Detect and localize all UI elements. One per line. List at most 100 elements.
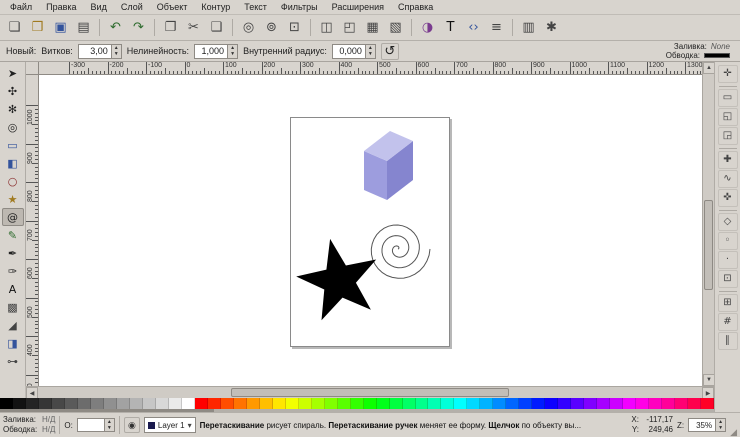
vertical-scroll-thumb[interactable] <box>704 200 713 290</box>
reset-defaults-button[interactable]: ↺ <box>380 42 399 60</box>
fill-stroke-dialog-button[interactable]: ◑ <box>416 17 439 39</box>
palette-swatch[interactable] <box>272 398 286 409</box>
spin-down-icon[interactable]: ▼ <box>112 51 121 58</box>
opacity-spin-buttons[interactable]: ▲ ▼ <box>103 419 114 431</box>
palette-swatch[interactable] <box>25 398 39 409</box>
zoom-value[interactable]: 35% <box>689 419 716 431</box>
menu-item[interactable]: Объект <box>150 1 195 13</box>
zoom-drawing-button[interactable]: ⊚ <box>260 17 283 39</box>
divergence-spinbox[interactable]: 1,000 ▲ ▼ <box>194 43 239 59</box>
spiral-object[interactable] <box>370 224 431 279</box>
text-tool-button[interactable]: А <box>2 280 24 298</box>
palette-swatch[interactable] <box>90 398 104 409</box>
spin-down-icon[interactable]: ▼ <box>105 425 114 431</box>
palette-swatch[interactable] <box>168 398 182 409</box>
menu-item[interactable]: Справка <box>391 1 440 13</box>
print-document-button[interactable]: ▤ <box>72 17 95 39</box>
inner-radius-value[interactable]: 0,000 <box>332 44 365 58</box>
snap-bbox-corners-button[interactable]: ◲ <box>717 127 738 145</box>
palette-swatch[interactable] <box>636 398 650 409</box>
menu-item[interactable]: Расширения <box>325 1 391 13</box>
palette-swatch[interactable] <box>532 398 546 409</box>
horizontal-scrollbar[interactable]: ◀ ▶ <box>26 386 714 399</box>
resize-grip[interactable]: ◢ <box>730 427 737 437</box>
vertical-scrollbar[interactable]: ▲ ▼ <box>702 62 715 386</box>
palette-swatch[interactable] <box>545 398 559 409</box>
gradient-tool-button[interactable]: ▩ <box>2 298 24 316</box>
menu-item[interactable]: Слой <box>114 1 150 13</box>
snap-bbox-button[interactable]: ▭ <box>717 89 738 107</box>
snap-grid-button[interactable]: # <box>717 313 738 331</box>
palette-swatch[interactable] <box>207 398 221 409</box>
menu-item[interactable]: Правка <box>39 1 83 13</box>
palette-swatch[interactable] <box>259 398 273 409</box>
menu-item[interactable]: Текст <box>237 1 274 13</box>
connector-tool-button[interactable]: ⊶ <box>2 352 24 370</box>
ungroup-button[interactable]: ▧ <box>384 17 407 39</box>
palette-swatch[interactable] <box>506 398 520 409</box>
snap-bbox-edges-button[interactable]: ◱ <box>717 108 738 126</box>
palette-swatch[interactable] <box>571 398 585 409</box>
turns-spin-buttons[interactable]: ▲ ▼ <box>110 44 121 58</box>
palette-swatch[interactable] <box>246 398 260 409</box>
zoom-spinbox[interactable]: 35% ▲ ▼ <box>688 418 727 432</box>
palette-swatch[interactable] <box>454 398 468 409</box>
node-tool-button[interactable]: ✣ <box>2 82 24 100</box>
ellipse-tool-button[interactable]: ○ <box>2 172 24 190</box>
palette-swatch[interactable] <box>649 398 663 409</box>
snap-midpoints-button[interactable]: · <box>717 251 738 269</box>
box3d-tool-button[interactable]: ◧ <box>2 154 24 172</box>
layer-selector[interactable]: Layer 1 ▾ <box>143 417 196 433</box>
snap-guides-button[interactable]: ∥ <box>717 332 738 350</box>
palette-swatch[interactable] <box>610 398 624 409</box>
palette-swatch[interactable] <box>402 398 416 409</box>
text-dialog-button[interactable]: T <box>439 17 462 39</box>
star-tool-button[interactable]: ★ <box>2 190 24 208</box>
turns-spinbox[interactable]: 3,00 ▲ ▼ <box>77 43 122 59</box>
palette-swatch[interactable] <box>389 398 403 409</box>
opacity-spinbox[interactable]: ▲ ▼ <box>76 418 115 432</box>
spin-down-icon[interactable]: ▼ <box>366 51 375 58</box>
copy-button[interactable]: ❐ <box>159 17 182 39</box>
menu-item[interactable]: Файл <box>3 1 39 13</box>
palette-swatch[interactable] <box>363 398 377 409</box>
menu-item[interactable]: Вид <box>84 1 114 13</box>
palette-swatch[interactable] <box>38 398 52 409</box>
turns-value[interactable]: 3,00 <box>78 44 111 58</box>
palette-swatch[interactable] <box>155 398 169 409</box>
palette-swatch[interactable] <box>103 398 117 409</box>
zoom-tool-button[interactable]: ◎ <box>2 118 24 136</box>
fill-stroke-indicator[interactable]: Заливка: None Обводка: <box>666 42 734 60</box>
palette-swatch[interactable] <box>64 398 78 409</box>
undo-button[interactable]: ↶ <box>104 17 127 39</box>
snap-centers-button[interactable]: ⊡ <box>717 270 738 288</box>
document-properties-button[interactable]: ▥ <box>517 17 540 39</box>
open-document-button[interactable]: ❒ <box>26 17 49 39</box>
snap-paths-button[interactable]: ∿ <box>717 170 738 188</box>
palette-swatch[interactable] <box>480 398 494 409</box>
palette-swatch[interactable] <box>428 398 442 409</box>
selector-tool-button[interactable]: ➤ <box>2 64 24 82</box>
dropper-tool-button[interactable]: ◢ <box>2 316 24 334</box>
palette-swatch[interactable] <box>129 398 143 409</box>
save-document-button[interactable]: ▣ <box>49 17 72 39</box>
zoom-spin-buttons[interactable]: ▲ ▼ <box>715 419 726 431</box>
pencil-tool-button[interactable]: ✎ <box>2 226 24 244</box>
zoom-selection-button[interactable]: ◎ <box>237 17 260 39</box>
snap-page-border-button[interactable]: ⊞ <box>717 294 738 312</box>
new-document-button[interactable]: ❏ <box>3 17 26 39</box>
palette-swatch[interactable] <box>415 398 429 409</box>
palette-swatch[interactable] <box>51 398 65 409</box>
tweak-tool-button[interactable]: ✻ <box>2 100 24 118</box>
inkscape-preferences-button[interactable]: ✱ <box>540 17 563 39</box>
horizontal-ruler[interactable]: -300 -200 -100 0 100 200 300 400 500 600 700 800 900… <box>39 62 702 75</box>
palette-swatch[interactable] <box>623 398 637 409</box>
palette-swatch[interactable] <box>194 398 208 409</box>
opacity-value[interactable] <box>77 419 104 431</box>
palette-swatch[interactable] <box>220 398 234 409</box>
zoom-page-button[interactable]: ⊡ <box>283 17 306 39</box>
pen-tool-button[interactable]: ✒ <box>2 244 24 262</box>
rect-tool-button[interactable]: ▭ <box>2 136 24 154</box>
redo-button[interactable]: ↷ <box>127 17 150 39</box>
duplicate-button[interactable]: ◫ <box>315 17 338 39</box>
